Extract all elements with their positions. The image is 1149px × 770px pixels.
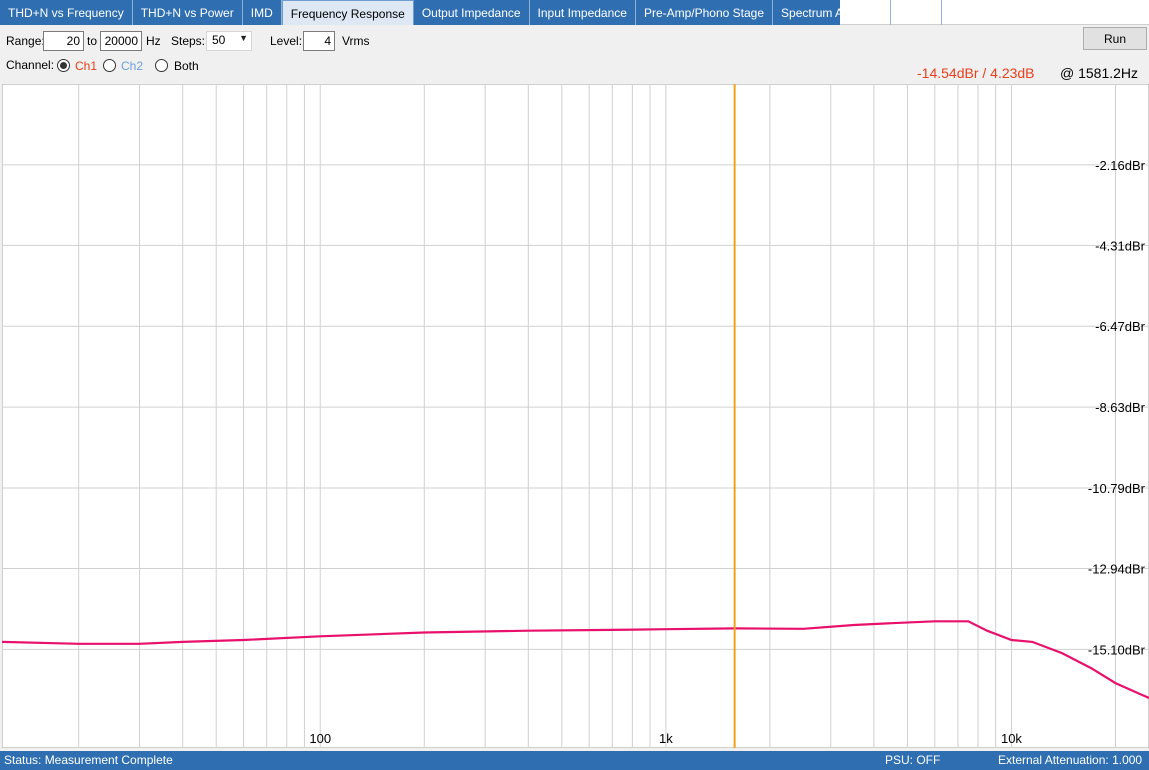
range-to-input[interactable] (100, 31, 142, 51)
level-label: Level: (270, 34, 303, 48)
y-tick-label: -2.16dBr (1095, 158, 1146, 173)
range-label: Range: (6, 34, 45, 48)
ch2-label[interactable]: Ch2 (121, 57, 143, 75)
ch1-radio[interactable] (57, 59, 70, 72)
status-bar: Status: Measurement Complete PSU: OFF Ex… (0, 751, 1149, 770)
y-tick-label: -6.47dBr (1095, 319, 1146, 334)
x-tick-label: 100 (309, 731, 331, 746)
tab-bar: THD+N vs Frequency THD+N vs Power IMD Frequ… (0, 0, 1149, 25)
dropdown-arrow-icon: ▼ (239, 33, 248, 43)
both-radio[interactable] (155, 59, 168, 72)
channel-label: Channel: (6, 58, 55, 72)
run-button[interactable]: Run (1083, 27, 1147, 50)
tab-thd-n-vs-power[interactable]: THD+N vs Power (133, 0, 243, 25)
steps-value: 50 (212, 33, 226, 47)
external-attenuation: External Attenuation: 1.000 (998, 753, 1143, 767)
ch1-label[interactable]: Ch1 (75, 57, 97, 75)
x-tick-label: 1k (659, 731, 673, 746)
plot-background (2, 84, 1149, 748)
tab-input-impedance[interactable]: Input Impedance (530, 0, 636, 25)
steps-select[interactable]: 50 ▼ (206, 31, 252, 51)
hz-label: Hz (146, 34, 161, 48)
status-text: Status: Measurement Complete (4, 753, 173, 767)
vrms-label: Vrms (342, 34, 370, 48)
to-label: to (87, 34, 98, 48)
cursor-readout-value: -14.54dBr / 4.23dB (917, 65, 1035, 81)
tab-spectrum-analyzer[interactable]: Spectrum Analyzer (773, 0, 891, 25)
x-tick-label: 10k (1001, 731, 1022, 746)
tab-imd[interactable]: IMD (243, 0, 282, 25)
tab-frequency-response[interactable]: Frequency Response (281, 0, 414, 25)
cursor-readout-frequency: @ 1581.2Hz (1060, 65, 1139, 81)
range-from-input[interactable] (43, 31, 84, 51)
frequency-response-chart[interactable]: -2.16dBr -4.31dBr -6.47dBr -8.63dBr -10.79dB… (2, 84, 1149, 748)
ch2-radio[interactable] (103, 59, 116, 72)
tab-thd-n-vs-frequency[interactable]: THD+N vs Frequency (0, 0, 133, 25)
psu-status: PSU: OFF (885, 753, 941, 767)
y-tick-label: -12.94dBr (1088, 561, 1146, 576)
level-input[interactable] (303, 31, 335, 51)
y-tick-label: -4.31dBr (1095, 238, 1146, 253)
tab-output-impedance[interactable]: Output Impedance (414, 0, 530, 25)
both-label[interactable]: Both (174, 57, 199, 75)
tab-scope[interactable]: Scope (891, 0, 942, 25)
steps-label: Steps: (171, 34, 206, 48)
tab-strip: THD+N vs Frequency THD+N vs Power IMD Frequ… (0, 0, 942, 25)
y-tick-label: -10.79dBr (1088, 481, 1146, 496)
y-tick-label: -15.10dBr (1088, 642, 1146, 657)
tab-pre-amp-phono-stage[interactable]: Pre-Amp/Phono Stage (636, 0, 774, 25)
y-tick-label: -8.63dBr (1095, 400, 1146, 415)
